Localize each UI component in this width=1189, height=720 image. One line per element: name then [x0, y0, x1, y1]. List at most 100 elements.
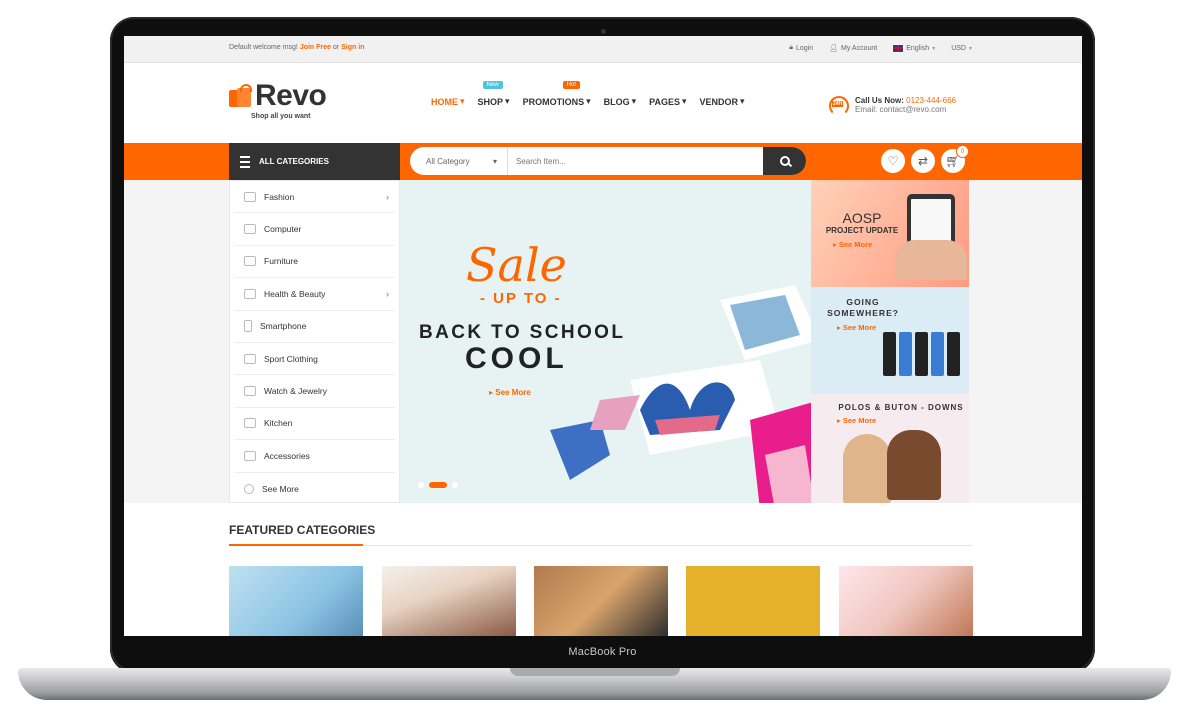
sidebar-item-furniture[interactable]: Furniture: [234, 246, 395, 279]
sidebar-item-label: Smartphone: [260, 321, 307, 332]
banner-going-title: GOING: [846, 297, 880, 307]
search-box: All Category ▾: [410, 147, 806, 175]
featured-category-thumb[interactable]: [534, 566, 668, 636]
banner-polos-see-more[interactable]: ▸ See More: [837, 416, 876, 425]
sidebar-item-see-more[interactable]: See More: [234, 473, 395, 505]
hero-upto-text: - UP TO -: [480, 290, 562, 307]
nav-vendor[interactable]: VENDOR ▾: [700, 96, 745, 107]
slider-dot-active[interactable]: [429, 482, 447, 488]
sign-in-link[interactable]: Sign in: [341, 44, 364, 51]
hero-subheadline: COOL: [465, 342, 568, 375]
welcome-text: Default welcome msg!: [229, 44, 298, 51]
hero-slider[interactable]: Sale - UP TO - BACK TO SCHOOL COOL ▸ See…: [400, 180, 811, 503]
join-free-link[interactable]: Join Free: [300, 44, 331, 51]
nav-pages[interactable]: PAGES ▾: [649, 96, 686, 107]
sidebar-item-smartphone[interactable]: Smartphone: [234, 311, 395, 343]
sidebar-item-watch-jewelry[interactable]: Watch & Jewelry: [234, 375, 395, 408]
sidebar-item-computer[interactable]: Computer: [234, 213, 395, 246]
all-categories-label: ALL CATEGORIES: [259, 157, 329, 166]
sidebar-item-health-beauty[interactable]: Health & Beauty ›: [234, 278, 395, 311]
search-icon: [779, 156, 790, 166]
all-categories-button[interactable]: ALL CATEGORIES: [229, 143, 400, 180]
banner-see-more-label: See More: [838, 240, 873, 249]
sidebar-item-label: Furniture: [264, 256, 299, 267]
login-link[interactable]: 🔒︎ Login: [789, 44, 813, 52]
main-nav: HOME ▾ New SHOP ▾ Hot PROMOTIONS ▾ BLOG …: [431, 81, 745, 107]
nav-home[interactable]: HOME ▾: [431, 96, 465, 107]
nav-home-label: HOME: [431, 96, 458, 107]
sidebar-item-kitchen[interactable]: Kitchen: [234, 408, 395, 441]
slider-dot[interactable]: [452, 482, 458, 488]
search-bar-strip: ALL CATEGORIES All Category ▾ ♡ ⇄ 🛒︎ 0: [124, 143, 1082, 180]
welcome-message: Default welcome msg! Join Free or Sign i…: [229, 44, 364, 51]
caret-down-icon: ▾: [586, 96, 591, 106]
caret-down-icon: ▾: [460, 96, 465, 106]
phone-number[interactable]: 0123-444-666: [906, 96, 956, 105]
hands-image: [895, 240, 967, 280]
featured-category-thumb[interactable]: [229, 566, 363, 636]
header-icons: ♡ ⇄ 🛒︎ 0: [881, 145, 969, 173]
phones-image: [883, 332, 960, 376]
banner-aosp[interactable]: AOSP PROJECT UPDATE ▸ See More: [811, 180, 969, 287]
sidebar-item-fashion[interactable]: Fashion ›: [234, 181, 395, 214]
caret-down-icon: ▾: [492, 156, 497, 166]
email-link[interactable]: contact@revo.com: [879, 105, 946, 114]
featured-divider: [229, 544, 972, 546]
nav-blog-label: BLOG: [603, 96, 630, 107]
featured-category-thumb[interactable]: [839, 566, 973, 636]
banner-aosp-subtitle: PROJECT UPDATE: [825, 226, 899, 235]
nav-pages-label: PAGES: [649, 96, 680, 107]
wishlist-button[interactable]: ♡: [881, 149, 905, 173]
language-select[interactable]: English ▾: [892, 43, 936, 53]
sidebar-item-sport-clothing[interactable]: Sport Clothing: [234, 343, 395, 376]
banner-polos[interactable]: POLOS & BUTON - DOWNS ▸ See More: [811, 394, 969, 503]
chevron-down-icon: ▾: [932, 45, 936, 52]
search-button[interactable]: [763, 147, 806, 175]
nav-promotions-label: PROMOTIONS: [522, 96, 585, 107]
sidebar-item-label: See More: [262, 483, 299, 494]
logo[interactable]: Revo: [229, 81, 327, 111]
sidebar-item-label: Sport Clothing: [264, 353, 318, 364]
user-icon: 👤︎: [829, 45, 839, 52]
models-image: [841, 426, 961, 503]
banner-aosp-see-more[interactable]: ▸ See More: [833, 240, 872, 249]
plus-circle-icon: [244, 483, 254, 494]
cart-button[interactable]: 🛒︎ 0: [941, 145, 969, 173]
login-label: Login: [796, 44, 814, 52]
smartphone-icon: [244, 320, 252, 333]
search-category-label: All Category: [426, 156, 470, 166]
currency-select[interactable]: USD ▾: [951, 45, 972, 52]
hat-icon: [244, 450, 256, 461]
hero-see-more-link[interactable]: ▸ See More: [489, 388, 531, 397]
slider-dot[interactable]: [418, 482, 424, 488]
banner-aosp-title: AOSP: [842, 210, 882, 226]
my-account-link[interactable]: 👤︎ My Account: [829, 44, 877, 53]
sidebar-item-accessories[interactable]: Accessories: [234, 440, 395, 473]
sidebar-item-label: Accessories: [264, 450, 310, 461]
banner-going-see-more[interactable]: ▸ See More: [837, 323, 876, 332]
banner-going-subtitle: SOMEWHERE?: [827, 308, 899, 318]
banner-going-somewhere[interactable]: GOING SOMEWHERE? ▸ See More: [811, 287, 969, 394]
search-input[interactable]: [508, 147, 763, 175]
compare-button[interactable]: ⇄: [911, 149, 935, 173]
nav-promotions[interactable]: Hot PROMOTIONS ▾: [522, 81, 591, 107]
featured-category-thumb[interactable]: [382, 566, 516, 636]
laptop-notch: [510, 668, 680, 676]
banner-see-more-label: See More: [842, 323, 877, 332]
heart-icon: [244, 288, 256, 299]
top-bar-right: 🔒︎ Login 👤︎ My Account English ▾ USD ▾: [789, 43, 972, 53]
nav-shop-label: SHOP: [477, 96, 504, 107]
swimwear-image: [550, 285, 811, 503]
featured-category-thumb[interactable]: [686, 566, 820, 636]
banner-polos-title: POLOS & BUTON - DOWNS: [838, 403, 964, 412]
play-icon: ▸: [489, 388, 494, 397]
sneaker-icon: [244, 353, 256, 364]
banner-see-more-label: See More: [842, 416, 877, 425]
nav-shop[interactable]: New SHOP ▾: [477, 81, 510, 107]
search-category-select[interactable]: All Category ▾: [410, 147, 508, 175]
call-us: Call Us Now: 0123-444-666: [855, 96, 956, 105]
contact-info: 24H Call Us Now: 0123-444-666 Email: con…: [827, 94, 956, 116]
nav-blog[interactable]: BLOG ▾: [604, 96, 637, 107]
currency-label: USD: [951, 44, 966, 52]
diamond-icon: [244, 386, 256, 397]
